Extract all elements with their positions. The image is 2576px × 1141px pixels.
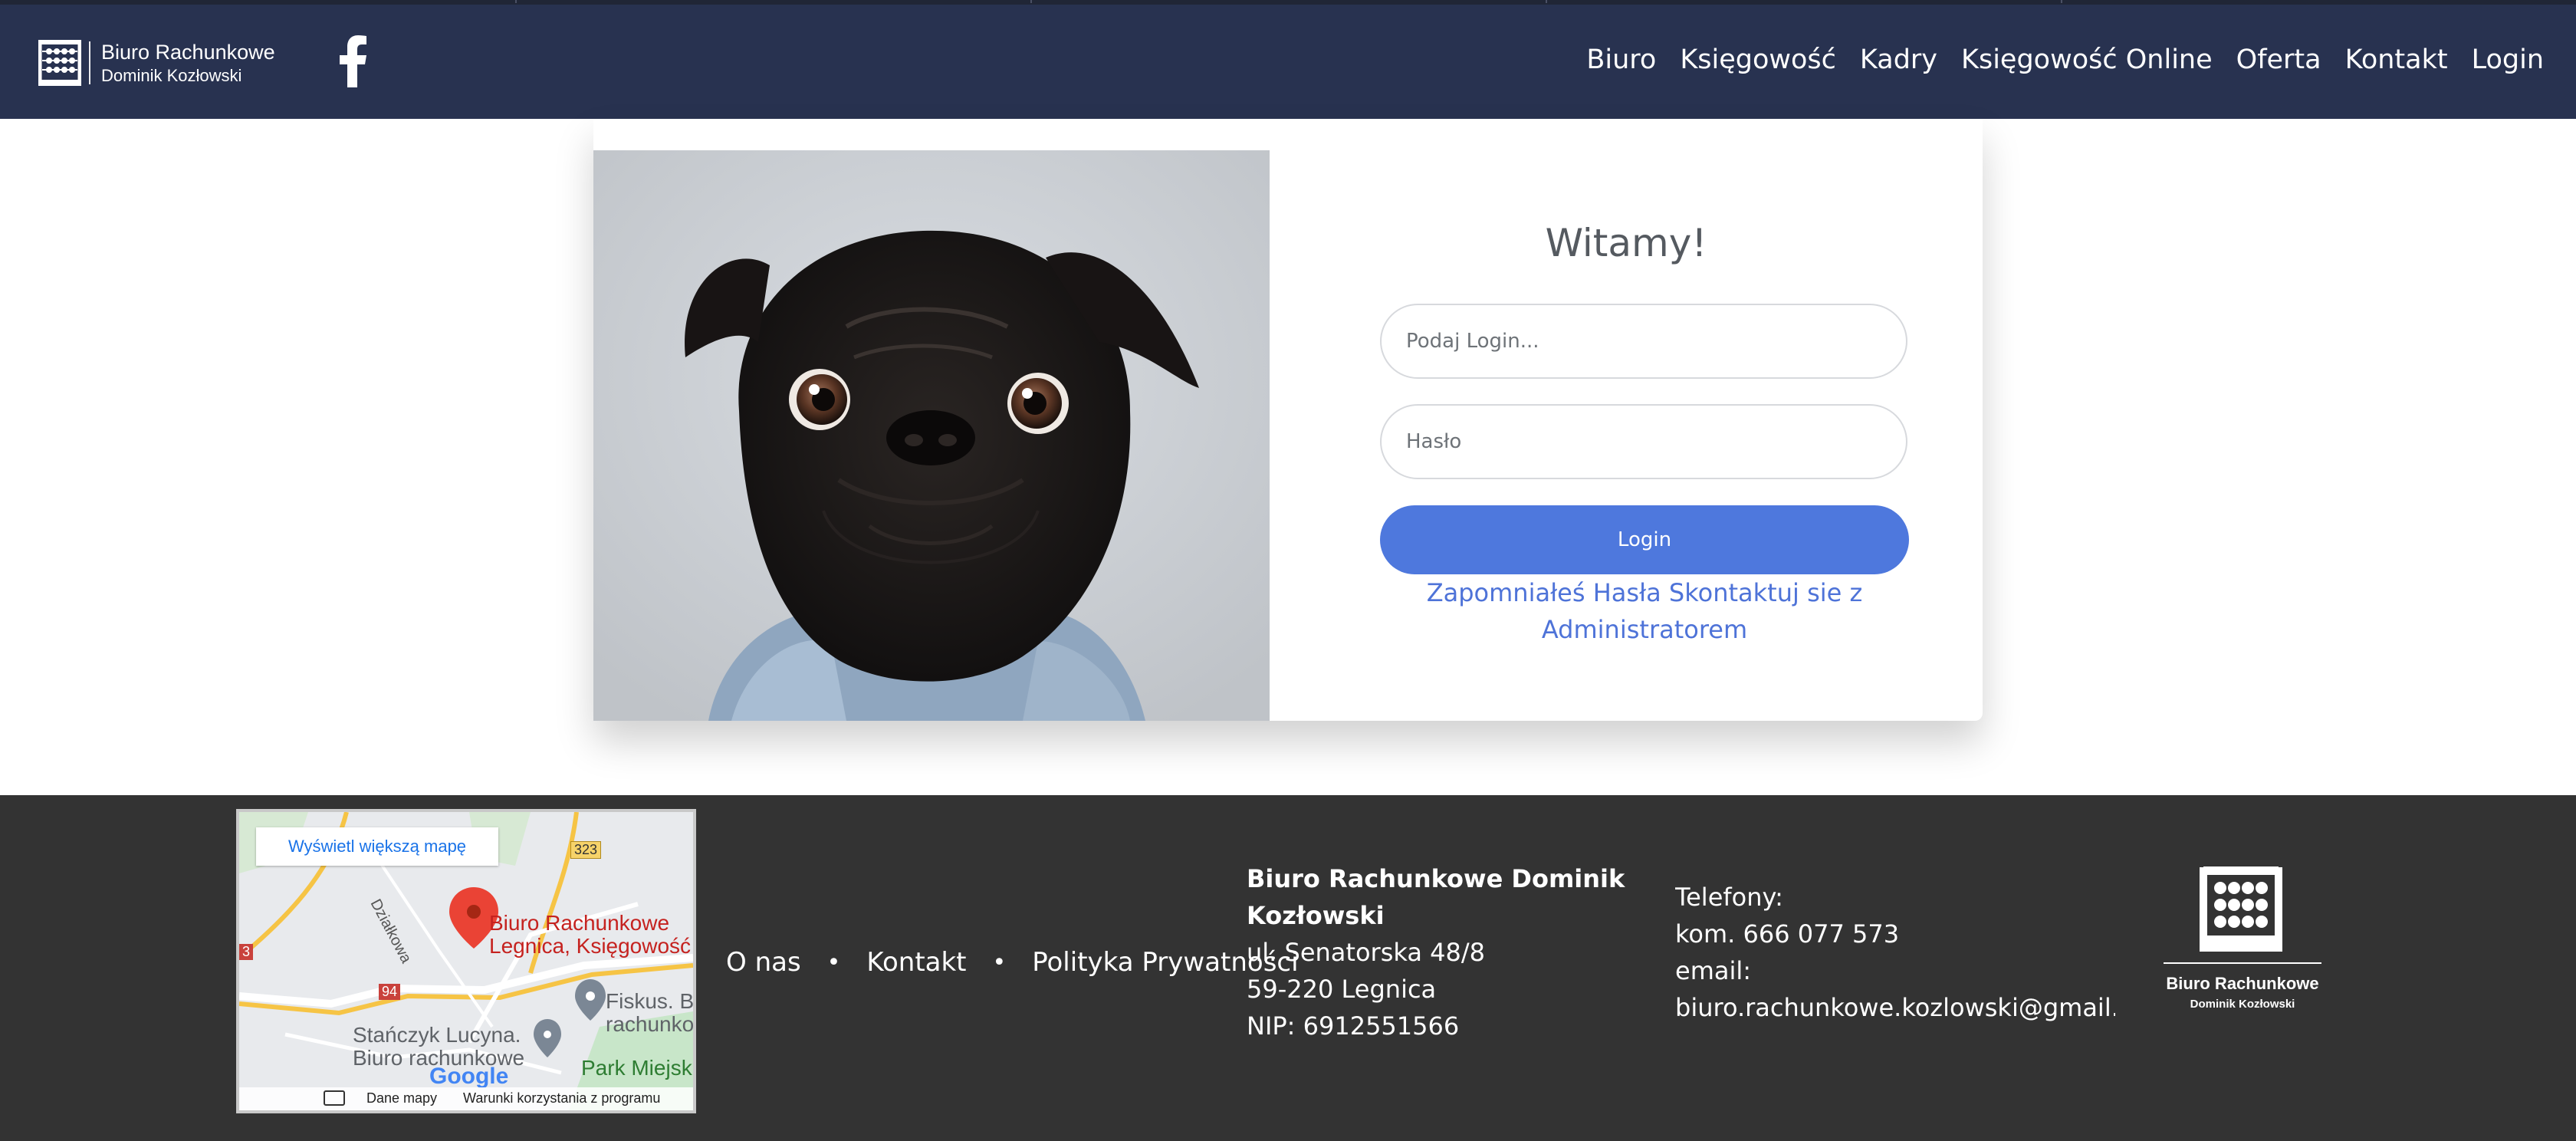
- map-attribution: Dane mapy Warunki korzystania z programu: [239, 1087, 693, 1110]
- brand-title: Biuro Rachunkowe: [101, 41, 275, 64]
- nav-item-ksiegowosc-online[interactable]: Księgowość Online: [1961, 44, 2213, 75]
- login-input[interactable]: Podaj Login...: [1380, 304, 1907, 379]
- abacus-icon: [38, 40, 81, 86]
- map-place-stanczyk-line1: Stańczyk Lucyna.: [353, 1023, 521, 1047]
- footer-links: O nas • Kontakt • Polityka Prywatności: [726, 947, 1299, 978]
- nav-item-kontakt[interactable]: Kontakt: [2345, 44, 2448, 75]
- email-label: email:: [1675, 956, 1752, 985]
- contact-info: Telefony: kom. 666 077 573 email: biuro.…: [1675, 879, 2115, 1026]
- company-name-line2: Kozłowski: [1247, 901, 1385, 930]
- pug-photo: [593, 150, 1270, 721]
- road-label-3: 3: [239, 944, 254, 960]
- footer-logo: Biuro Rachunkowe Dominik Kozłowski: [2164, 866, 2321, 1020]
- map-place-fiskus-line2: rachunko: [606, 1012, 695, 1036]
- forgot-line1: Zapomniałeś Hasła Skontaktuj sie z: [1426, 578, 1863, 607]
- map-terms-link[interactable]: Warunki korzystania z programu: [463, 1090, 660, 1106]
- view-larger-map-button[interactable]: Wyświetl większą mapę: [256, 827, 498, 866]
- nav-item-ksiegowosc[interactable]: Księgowość: [1680, 44, 1836, 75]
- login-form: Witamy! Podaj Login... Hasło Login Zapom…: [1270, 150, 1983, 721]
- map-place-stanczyk: Stańczyk Lucyna. Biuro rachunkowe: [353, 1024, 524, 1070]
- company-name-line1: Biuro Rachunkowe Dominik: [1247, 864, 1625, 893]
- map-pin-label-line2: Legnica, Księgowość: [489, 934, 692, 958]
- link-separator: •: [826, 949, 841, 976]
- footer-logo-line1: Biuro Rachunkowe: [2166, 974, 2318, 993]
- login-button[interactable]: Login: [1380, 505, 1909, 574]
- forgot-line2: Administratorem: [1541, 615, 1748, 644]
- pug-illustration: [593, 150, 1270, 721]
- google-map[interactable]: Wyświetl większą mapę 323 94 3 Działkowa…: [236, 809, 696, 1113]
- nav-item-login[interactable]: Login: [2472, 44, 2544, 75]
- keyboard-icon[interactable]: [324, 1090, 345, 1106]
- footer-logo-line2: Dominik Kozłowski: [2190, 998, 2295, 1011]
- email-address[interactable]: biuro.rachunkowe.kozlowski@gmail.com: [1675, 989, 2115, 1026]
- facebook-icon[interactable]: [337, 35, 368, 87]
- welcome-heading: Witamy!: [1545, 221, 1707, 265]
- forgot-password-link[interactable]: Zapomniałeś Hasła Skontaktuj sie z Admin…: [1380, 574, 1909, 648]
- phone-number[interactable]: kom. 666 077 573: [1675, 916, 2115, 952]
- map-place-fiskus-line1: Fiskus. B: [606, 989, 695, 1013]
- navbar: Biuro Rachunkowe Dominik Kozłowski Biuro…: [0, 5, 2576, 119]
- address-street: ul. Senatorska 48/8: [1247, 938, 1485, 967]
- map-place-fiskus: Fiskus. B rachunko: [606, 989, 695, 1036]
- map-place-park: Park Miejsk: [581, 1056, 692, 1080]
- link-separator: •: [992, 949, 1007, 976]
- strip-divider: [2061, 0, 2062, 3]
- main-nav: Biuro Księgowość Kadry Księgowość Online…: [1562, 44, 2544, 75]
- strip-divider: [515, 0, 517, 3]
- brand-text: Biuro Rachunkowe Dominik Kozłowski: [101, 39, 275, 87]
- phones-label: Telefony:: [1675, 883, 1783, 912]
- map-data-link[interactable]: Dane mapy: [366, 1090, 437, 1106]
- nav-item-biuro[interactable]: Biuro: [1586, 44, 1656, 75]
- brand-divider: [89, 41, 90, 84]
- road-label-323: 323: [570, 841, 602, 859]
- password-input[interactable]: Hasło: [1380, 404, 1907, 479]
- nav-item-kadry[interactable]: Kadry: [1860, 44, 1937, 75]
- nav-item-oferta[interactable]: Oferta: [2236, 44, 2321, 75]
- strip-divider: [1030, 0, 1032, 3]
- google-logo: Google: [429, 1064, 509, 1089]
- address-nip: NIP: 6912551566: [1247, 1011, 1460, 1041]
- address-city: 59-220 Legnica: [1247, 975, 1437, 1004]
- road-label-94: 94: [379, 984, 401, 1000]
- map-pin-label: Biuro Rachunkowe Legnica, Księgowość: [489, 912, 691, 958]
- map-pin-label-line1: Biuro Rachunkowe: [489, 911, 670, 935]
- abacus-logo-icon: Biuro Rachunkowe Dominik Kozłowski: [2164, 866, 2321, 1011]
- brand-logo[interactable]: Biuro Rachunkowe Dominik Kozłowski: [38, 35, 275, 90]
- strip-divider: [1546, 0, 1547, 3]
- company-address: Biuro Rachunkowe Dominik Kozłowski ul. S…: [1247, 860, 1625, 1044]
- brand-subtitle: Dominik Kozłowski: [101, 66, 242, 85]
- footer-link-kontakt[interactable]: Kontakt: [866, 947, 966, 978]
- footer-link-o-nas[interactable]: O nas: [726, 947, 801, 978]
